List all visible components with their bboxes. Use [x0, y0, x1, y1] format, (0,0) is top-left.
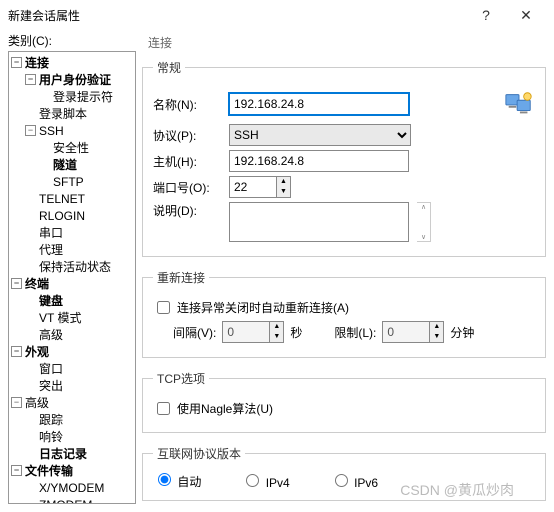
tree-terminal[interactable]: −终端 [11, 275, 135, 292]
tree-trace[interactable]: 跟踪 [25, 411, 135, 428]
collapse-icon[interactable]: − [11, 346, 22, 357]
collapse-icon[interactable]: − [11, 397, 22, 408]
textarea-scrollbar[interactable]: ∧∨ [417, 202, 431, 242]
minutes-label: 分钟 [450, 324, 474, 341]
auto-reconnect-label: 连接异常关闭时自动重新连接(A) [177, 299, 349, 316]
tree-filetransfer[interactable]: −文件传输 [11, 462, 135, 479]
ipver-ipv4[interactable]: IPv4 [241, 471, 289, 490]
tcp-group: TCP选项 使用Nagle算法(U) [142, 370, 546, 433]
limit-label: 限制(L): [334, 324, 376, 341]
protocol-select[interactable]: SSH [229, 124, 411, 146]
tree-advanced2[interactable]: −高级 [11, 394, 135, 411]
reconnect-legend: 重新连接 [153, 269, 209, 286]
tree-login-prompt[interactable]: 登录提示符 [39, 88, 135, 105]
interval-input[interactable] [222, 321, 270, 343]
protocol-label: 协议(P): [153, 127, 221, 144]
tree-sftp[interactable]: SFTP [39, 173, 135, 190]
titlebar: 新建会话属性 ? ✕ [0, 0, 554, 30]
tree-appearance[interactable]: −外观 [11, 343, 135, 360]
host-label: 主机(H): [153, 153, 221, 170]
tree-telnet[interactable]: TELNET [25, 190, 135, 207]
collapse-icon[interactable]: − [11, 57, 22, 68]
auto-reconnect-checkbox[interactable] [157, 301, 170, 314]
desc-input[interactable] [229, 202, 409, 242]
tree-rlogin[interactable]: RLOGIN [25, 207, 135, 224]
category-tree[interactable]: −连接 −用户身份验证 登录提示符 登录脚本 −SSH 安全性 隧道 SFTP [8, 51, 136, 504]
seconds-label: 秒 [290, 324, 302, 341]
limit-spinner[interactable]: ▲▼ [430, 321, 444, 343]
spin-down-icon: ▼ [277, 187, 290, 197]
tree-bell[interactable]: 响铃 [25, 428, 135, 445]
host-input[interactable] [229, 150, 409, 172]
tree-login-script[interactable]: 登录脚本 [25, 105, 135, 122]
desc-label: 说明(D): [153, 202, 221, 219]
tree-keyboard[interactable]: 键盘 [25, 292, 135, 309]
tree-window[interactable]: 窗口 [25, 360, 135, 377]
interval-label: 间隔(V): [173, 324, 216, 341]
tree-tunnel[interactable]: 隧道 [39, 156, 135, 173]
tree-vtmode[interactable]: VT 模式 [25, 309, 135, 326]
tree-advanced[interactable]: 高级 [25, 326, 135, 343]
tree-security[interactable]: 安全性 [39, 139, 135, 156]
ipver-auto[interactable]: 自动 [153, 470, 201, 490]
reconnect-group: 重新连接 连接异常关闭时自动重新连接(A) 间隔(V): ▲▼ 秒 限制(L):… [142, 269, 546, 358]
session-icon[interactable] [503, 88, 535, 120]
collapse-icon[interactable]: − [25, 74, 36, 85]
ipver-group: 互联网协议版本 自动 IPv4 IPv6 [142, 445, 546, 501]
collapse-icon[interactable]: − [25, 125, 36, 136]
tree-serial[interactable]: 串口 [25, 224, 135, 241]
nagle-label: 使用Nagle算法(U) [177, 400, 273, 417]
tree-ssh[interactable]: −SSH [25, 122, 135, 139]
limit-input[interactable] [382, 321, 430, 343]
tree-logging[interactable]: 日志记录 [25, 445, 135, 462]
tree-xymodem[interactable]: X/YMODEM [25, 479, 135, 496]
port-label: 端口号(O): [153, 179, 221, 196]
tree-highlight[interactable]: 突出 [25, 377, 135, 394]
tree-zmodem[interactable]: ZMODEM [25, 496, 135, 504]
spin-up-icon: ▲ [277, 177, 290, 187]
name-label: 名称(N): [153, 96, 221, 113]
tree-auth[interactable]: −用户身份验证 [25, 71, 135, 88]
close-button[interactable]: ✕ [506, 7, 546, 24]
tree-connection[interactable]: −连接 [11, 54, 135, 71]
help-button[interactable]: ? [466, 7, 506, 23]
collapse-icon[interactable]: − [11, 465, 22, 476]
tcp-legend: TCP选项 [153, 370, 209, 387]
window-title: 新建会话属性 [8, 7, 466, 24]
tree-keepalive[interactable]: 保持活动状态 [25, 258, 135, 275]
interval-spinner[interactable]: ▲▼ [270, 321, 284, 343]
general-legend: 常规 [153, 59, 185, 76]
ipver-legend: 互联网协议版本 [153, 445, 245, 462]
panel-title: 连接 [142, 30, 546, 55]
tree-proxy[interactable]: 代理 [25, 241, 135, 258]
port-spinner[interactable]: ▲▼ [277, 176, 291, 198]
nagle-checkbox[interactable] [157, 402, 170, 415]
general-group: 常规 名称(N): 协议(P): SSH 主机(H): [142, 59, 546, 257]
port-input[interactable] [229, 176, 277, 198]
collapse-icon[interactable]: − [11, 278, 22, 289]
name-input[interactable] [229, 93, 409, 115]
ipver-ipv6[interactable]: IPv6 [330, 471, 378, 490]
category-label: 类别(C): [8, 30, 136, 51]
